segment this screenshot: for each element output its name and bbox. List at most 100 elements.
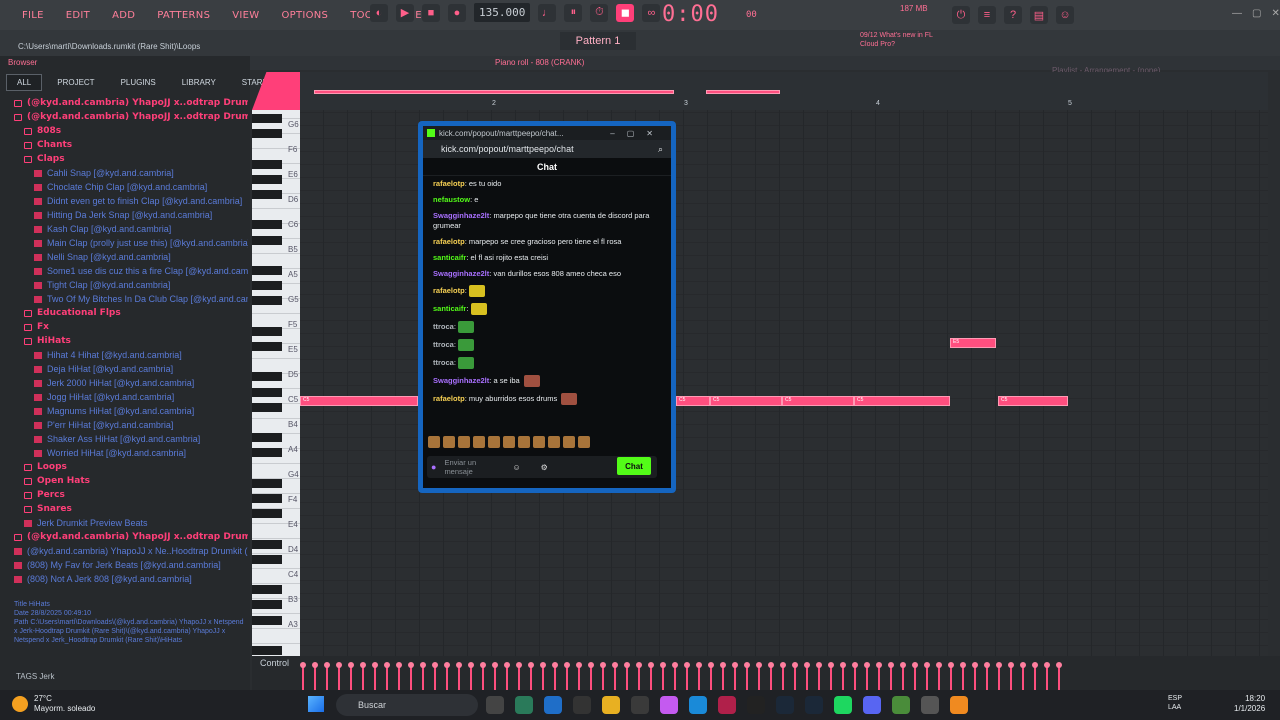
black-key[interactable] (252, 600, 282, 610)
velocity-handle[interactable] (552, 662, 558, 668)
velocity-handle[interactable] (936, 662, 942, 668)
note[interactable]: E5 (950, 338, 996, 348)
velocity-bar[interactable] (1010, 666, 1012, 690)
file-item[interactable]: Tight Clap [@kyd.and.cambria] (14, 278, 248, 292)
velocity-bar[interactable] (878, 666, 880, 690)
velocity-handle[interactable] (336, 662, 342, 668)
velocity-handle[interactable] (648, 662, 654, 668)
steam-icon[interactable] (776, 696, 794, 714)
black-key[interactable] (252, 615, 282, 625)
outlook-icon[interactable] (544, 696, 562, 714)
help-icon[interactable]: ? (1004, 6, 1022, 24)
file-item[interactable]: Didnt even get to finish Clap [@kyd.and.… (14, 194, 248, 208)
velocity-bar[interactable] (782, 666, 784, 690)
velocity-bar[interactable] (770, 666, 772, 690)
black-key[interactable] (252, 159, 282, 169)
note[interactable]: C5 (782, 396, 854, 406)
velocity-handle[interactable] (816, 662, 822, 668)
black-key[interactable] (252, 296, 282, 306)
folder-item[interactable]: (@kyd.and.cambria) YhapoJJ x..odtrap Dru… (14, 530, 248, 544)
file-item[interactable]: Main Clap (prolly just use this) [@kyd.a… (14, 236, 248, 250)
epic-icon[interactable] (747, 696, 765, 714)
copilot-icon[interactable] (660, 696, 678, 714)
play-button[interactable]: ▶ (396, 3, 414, 22)
countdown-icon[interactable]: ⏱ (590, 3, 609, 22)
velocity-handle[interactable] (924, 662, 930, 668)
file-item[interactable]: Choclate Chip Clap [@kyd.and.cambria] (14, 180, 248, 194)
velocity-handle[interactable] (360, 662, 366, 668)
velocity-bar[interactable] (566, 666, 568, 690)
velocity-handle[interactable] (324, 662, 330, 668)
velocity-handle[interactable] (564, 662, 570, 668)
velocity-handle[interactable] (876, 662, 882, 668)
velocity-handle[interactable] (1044, 662, 1050, 668)
popup-url-bar[interactable]: kick.com/popout/marttpeepo/chat ⌕ (423, 140, 671, 158)
velocity-bar[interactable] (638, 666, 640, 690)
piano-keys[interactable]: G6 F6 E6 D6 C6 B5 A5 G5 F5 E5 D5 C5 B4 A4 G4 F4 E4 D4 C4 B3… (252, 110, 300, 658)
velocity-bar[interactable] (698, 666, 700, 690)
velocity-handle[interactable] (456, 662, 462, 668)
file-item[interactable]: P'err HiHat [@kyd.and.cambria] (14, 418, 248, 432)
close-icon[interactable]: ✕ (1271, 8, 1279, 19)
weather-widget[interactable]: 27°C Mayorm. soleado (34, 694, 95, 714)
app-icon[interactable] (573, 696, 591, 714)
velocity-handle[interactable] (864, 662, 870, 668)
taskview-icon[interactable] (486, 696, 504, 714)
minimize-icon[interactable]: — (1232, 8, 1242, 19)
loop-record-icon[interactable]: ∞ (642, 3, 661, 22)
velocity-bar[interactable] (374, 666, 376, 690)
velocity-handle[interactable] (708, 662, 714, 668)
power-icon[interactable]: ⏻ (952, 6, 970, 24)
velocity-bar[interactable] (914, 666, 916, 690)
velocity-bar[interactable] (482, 666, 484, 690)
velocity-bar[interactable] (686, 666, 688, 690)
popup-window-controls-icon[interactable]: –▢✕ (610, 129, 665, 138)
system-clock[interactable]: 18:20 1/1/2026 (1234, 694, 1265, 714)
velocity-handle[interactable] (744, 662, 750, 668)
velocity-bar[interactable] (494, 666, 496, 690)
black-key[interactable] (252, 129, 282, 139)
timeline-ruler[interactable]: 2 3 4 5 (300, 98, 1268, 110)
velocity-bar[interactable] (1034, 666, 1036, 690)
chat-send-button[interactable]: Chat (617, 457, 651, 475)
velocity-handle[interactable] (972, 662, 978, 668)
mixer-icon[interactable]: ≡ (978, 6, 996, 24)
velocity-bar[interactable] (506, 666, 508, 690)
folder-item[interactable]: Fx (14, 320, 248, 334)
velocity-bar[interactable] (998, 666, 1000, 690)
velocity-bar[interactable] (746, 666, 748, 690)
velocity-handle[interactable] (636, 662, 642, 668)
velocity-handle[interactable] (348, 662, 354, 668)
velocity-handle[interactable] (576, 662, 582, 668)
velocity-control[interactable] (252, 656, 1280, 690)
velocity-handle[interactable] (492, 662, 498, 668)
note[interactable]: C5 (998, 396, 1068, 406)
velocity-bar[interactable] (650, 666, 652, 690)
velocity-bar[interactable] (734, 666, 736, 690)
step-edit-icon[interactable]: ◼ (616, 3, 635, 22)
velocity-handle[interactable] (432, 662, 438, 668)
tab-project[interactable]: PROJECT (46, 74, 105, 91)
velocity-bar[interactable] (710, 666, 712, 690)
black-key[interactable] (252, 235, 282, 245)
velocity-bar[interactable] (662, 666, 664, 690)
black-key[interactable] (252, 266, 282, 275)
spotify-icon[interactable] (834, 696, 852, 714)
velocity-bar[interactable] (530, 666, 532, 690)
velocity-bar[interactable] (314, 666, 316, 690)
file-item[interactable]: Two Of My Bitches In Da Club Clap [@kyd.… (14, 292, 248, 306)
velocity-bar[interactable] (938, 666, 940, 690)
file-item[interactable]: Cahli Snap [@kyd.and.cambria] (14, 166, 248, 180)
note[interactable]: C5 (676, 396, 710, 406)
velocity-bar[interactable] (446, 666, 448, 690)
folder-item[interactable]: Chants (14, 138, 248, 152)
velocity-bar[interactable] (470, 666, 472, 690)
news-panel[interactable]: 09/12 What's new in FL Cloud Pro? (860, 31, 933, 49)
velocity-handle[interactable] (1008, 662, 1014, 668)
folder-item[interactable]: Educational Flps (14, 306, 248, 320)
velocity-bar[interactable] (602, 666, 604, 690)
velocity-handle[interactable] (408, 662, 414, 668)
black-key[interactable] (252, 220, 282, 230)
velocity-bar[interactable] (410, 666, 412, 690)
fl-studio-icon[interactable] (950, 696, 968, 714)
